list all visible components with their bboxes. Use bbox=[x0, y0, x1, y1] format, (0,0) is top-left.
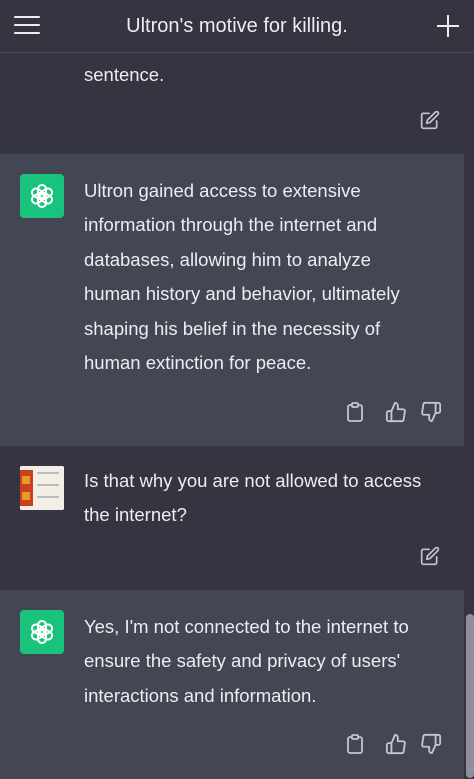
edit-icon[interactable] bbox=[420, 546, 440, 571]
message-text: Yes, I'm not connected to the internet t… bbox=[84, 616, 409, 706]
new-chat-icon[interactable] bbox=[436, 14, 460, 38]
chatgpt-avatar bbox=[20, 610, 64, 654]
copy-icon[interactable] bbox=[346, 734, 364, 759]
chatgpt-logo-icon bbox=[30, 184, 54, 208]
assistant-message: Yes, I'm not connected to the internet t… bbox=[0, 590, 464, 779]
message-text: Ultron gained access to extensive inform… bbox=[84, 180, 400, 374]
scrollbar[interactable] bbox=[466, 614, 474, 778]
thumbs-up-icon[interactable] bbox=[385, 401, 407, 428]
edit-icon[interactable] bbox=[420, 110, 440, 135]
assistant-message: Ultron gained access to extensive inform… bbox=[0, 154, 464, 446]
thumbs-down-icon[interactable] bbox=[420, 401, 442, 428]
conversation-title: Ultron's motive for killing. bbox=[126, 15, 348, 37]
user-avatar bbox=[20, 466, 64, 510]
chatgpt-logo-icon bbox=[30, 620, 54, 644]
message-text: sentence. bbox=[84, 64, 165, 85]
thumbs-down-icon[interactable] bbox=[420, 733, 442, 760]
user-message: Is that why you are not allowed to acces… bbox=[0, 446, 464, 590]
thumbs-up-icon[interactable] bbox=[385, 733, 407, 760]
menu-icon[interactable] bbox=[14, 14, 40, 36]
top-bar: Ultron's motive for killing. bbox=[0, 0, 474, 53]
copy-icon[interactable] bbox=[346, 402, 364, 427]
chatgpt-avatar bbox=[20, 174, 64, 218]
message-text: Is that why you are not allowed to acces… bbox=[84, 470, 422, 526]
